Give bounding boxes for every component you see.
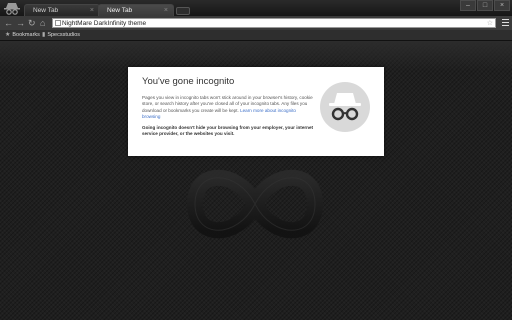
page-icon <box>55 20 61 26</box>
back-arrow-icon[interactable]: ← <box>4 18 13 28</box>
incognito-warning: Going incognito doesn't hide your browsi… <box>142 124 314 137</box>
bookmark-star-icon[interactable]: ☆ <box>487 19 493 28</box>
forward-arrow-icon[interactable]: → <box>16 18 25 28</box>
bookmark-label: Bookmarks <box>12 32 40 38</box>
tab-strip: New Tab × New Tab × – □ × <box>0 0 512 16</box>
bookmark-item-specsstudios[interactable]: ▮ Specsstudios <box>42 30 80 40</box>
reload-icon[interactable]: ↻ <box>28 18 36 28</box>
tab-title: New Tab <box>33 7 59 14</box>
star-icon: ★ <box>5 32 11 38</box>
home-icon[interactable]: ⌂ <box>40 18 45 28</box>
menu-icon[interactable] <box>502 19 509 26</box>
incognito-info-card: You've gone incognito Pages you view in … <box>128 67 384 156</box>
tab-new-tab-1[interactable]: New Tab × <box>24 4 100 16</box>
omnibox[interactable]: NightMare DarkInfinity theme ☆ <box>52 18 496 28</box>
bookmark-label: Specsstudios <box>47 32 81 38</box>
tab-new-tab-2-active[interactable]: New Tab × <box>98 4 174 16</box>
incognito-spy-icon <box>320 82 370 132</box>
infinity-logo-icon <box>186 169 324 239</box>
window-controls: – □ × <box>460 0 510 11</box>
minimize-icon[interactable]: – <box>460 0 476 11</box>
page-title: You've gone incognito <box>142 76 235 87</box>
tab-title: New Tab <box>107 7 133 14</box>
new-tab-page: You've gone incognito Pages you view in … <box>0 41 512 320</box>
incognito-description: Pages you view in incognito tabs won't s… <box>142 95 314 121</box>
toolbar: ← → ↻ ⌂ NightMare DarkInfinity theme ☆ <box>0 16 512 30</box>
maximize-icon[interactable]: □ <box>477 0 493 11</box>
omnibox-text[interactable]: NightMare DarkInfinity theme <box>62 19 146 28</box>
page-icon: ▮ <box>42 32 46 38</box>
close-window-icon[interactable]: × <box>494 0 510 11</box>
incognito-icon <box>4 3 20 15</box>
bookmark-item-bookmarks[interactable]: ★ Bookmarks <box>5 30 40 40</box>
bookmarks-bar: ★ Bookmarks ▮ Specsstudios <box>0 30 512 41</box>
new-tab-button[interactable] <box>176 7 190 15</box>
